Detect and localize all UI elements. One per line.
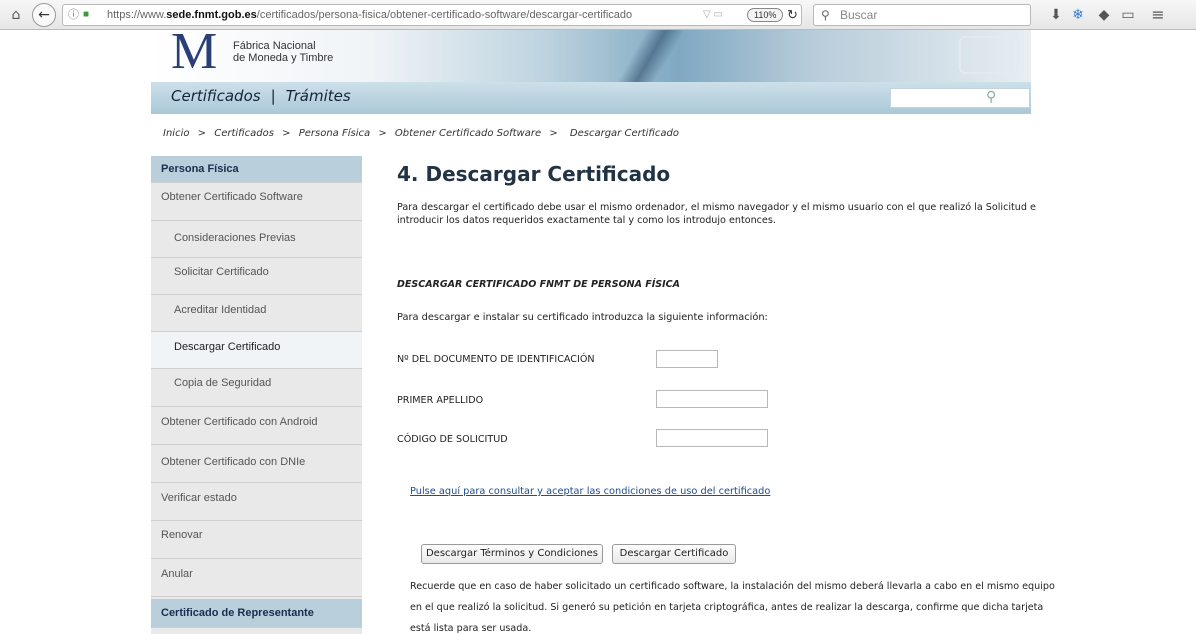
sidebar-toggle-icon[interactable]: ▭ bbox=[1118, 5, 1138, 25]
logo-text-line2: de Moneda y Timbre bbox=[233, 52, 334, 64]
sidebar-item-consideraciones[interactable]: Consideraciones Previas bbox=[151, 221, 362, 258]
pocket-icon[interactable]: ◆ bbox=[1094, 5, 1114, 25]
breadcrumb: Inicio > Certificados > Persona Física >… bbox=[163, 128, 684, 139]
form-instruction: Para descargar e instalar su certificado… bbox=[397, 312, 768, 323]
apellido-input[interactable] bbox=[656, 390, 768, 408]
url-text: https://www.sede.fnmt.gob.es/certificado… bbox=[107, 9, 633, 21]
apellido-label: PRIMER APELLIDO bbox=[397, 395, 484, 406]
extension-icon[interactable]: ❄ bbox=[1068, 5, 1088, 25]
breadcrumb-item[interactable]: Certificados bbox=[214, 128, 274, 139]
back-button[interactable]: ← bbox=[32, 3, 56, 27]
breadcrumb-separator: > bbox=[549, 128, 558, 139]
sidebar-item-verificar[interactable]: Verificar estado bbox=[151, 483, 362, 521]
logo[interactable]: M bbox=[171, 30, 217, 78]
document-number-label: Nº DEL DOCUMENTO DE IDENTIFICACIÓN bbox=[397, 354, 595, 365]
back-arrow-icon: ← bbox=[38, 7, 50, 23]
site-search-input[interactable] bbox=[890, 88, 1030, 108]
address-bar[interactable]: ⓘ ■ https://www.sede.fnmt.gob.es/certifi… bbox=[62, 4, 802, 26]
nav-separator: | bbox=[270, 87, 276, 105]
sidebar-item-persona-fisica[interactable]: Persona Física bbox=[151, 156, 362, 183]
lock-icon: ■ bbox=[83, 9, 90, 20]
intro-text: Para descargar el certificado debe usar … bbox=[397, 202, 1036, 226]
breadcrumb-item[interactable]: Inicio bbox=[163, 128, 189, 139]
site-search-icon[interactable]: ⚲ bbox=[986, 89, 996, 105]
search-placeholder: Buscar bbox=[840, 8, 878, 22]
conditions-link[interactable]: Pulse aquí para consultar y aceptar las … bbox=[410, 486, 770, 497]
reload-icon[interactable]: ↻ bbox=[787, 5, 798, 25]
sidebar-item-representante[interactable]: Certificado de Representante bbox=[151, 599, 362, 628]
breadcrumb-separator: > bbox=[282, 128, 291, 139]
breadcrumb-separator: > bbox=[197, 128, 207, 139]
banner-card-graphic bbox=[959, 36, 1019, 74]
breadcrumb-separator: > bbox=[378, 128, 387, 139]
sidebar-item-copia[interactable]: Copia de Seguridad bbox=[151, 369, 362, 407]
search-icon: ⚲ bbox=[821, 8, 830, 22]
breadcrumb-item[interactable]: Obtener Certificado Software bbox=[395, 128, 541, 139]
sidebar-item-android[interactable]: Obtener Certificado con Android bbox=[151, 407, 362, 445]
codigo-input[interactable] bbox=[656, 429, 768, 447]
breadcrumb-current: Descargar Certificado bbox=[569, 128, 679, 139]
sidebar-item-anular[interactable]: Anular bbox=[151, 559, 362, 597]
logo-text-line1: Fábrica Nacional bbox=[233, 40, 316, 52]
sidebar-item-acreditar[interactable]: Acreditar Identidad bbox=[151, 295, 362, 332]
sidebar-item-descargar[interactable]: Descargar Certificado bbox=[151, 332, 362, 369]
main-nav: Certificados | Trámites ⚲ bbox=[151, 82, 1031, 114]
browser-toolbar: ⌂ ← ⓘ ■ https://www.sede.fnmt.gob.es/cer… bbox=[0, 0, 1196, 30]
zoom-indicator[interactable]: 110% bbox=[747, 8, 784, 22]
breadcrumb-item[interactable]: Persona Física bbox=[299, 128, 370, 139]
document-number-input[interactable] bbox=[656, 350, 718, 368]
codigo-label: CÓDIGO DE SOLICITUD bbox=[397, 434, 508, 445]
reader-icon[interactable]: ▽ ▭ bbox=[703, 5, 723, 25]
download-icon[interactable]: ⬇ bbox=[1046, 5, 1066, 25]
search-input[interactable]: ⚲ Buscar bbox=[813, 4, 1031, 26]
banner-graphic bbox=[571, 30, 731, 82]
sidebar-item-dnie[interactable]: Obtener Certificado con DNIe bbox=[151, 445, 362, 483]
form-heading: DESCARGAR CERTIFICADO FNMT DE PERSONA FÍ… bbox=[397, 279, 680, 290]
sidebar-item-renovar[interactable]: Renovar bbox=[151, 521, 362, 559]
nav-tramites[interactable]: Trámites bbox=[286, 87, 351, 105]
menu-icon[interactable]: ≡ bbox=[1148, 5, 1168, 25]
home-icon[interactable]: ⌂ bbox=[6, 5, 26, 25]
download-certificate-button[interactable]: Descargar Certificado bbox=[612, 544, 736, 564]
page-title: 4. Descargar Certificado bbox=[397, 162, 671, 186]
download-terms-button[interactable]: Descargar Términos y Condiciones bbox=[421, 544, 603, 564]
sidebar-item-obtener-software[interactable]: Obtener Certificado Software bbox=[151, 183, 362, 221]
sidebar: Persona Física Obtener Certificado Softw… bbox=[151, 156, 362, 634]
sidebar-item-solicitar[interactable]: Solicitar Certificado bbox=[151, 258, 362, 295]
info-icon[interactable]: ⓘ bbox=[68, 5, 79, 25]
nav-certificados[interactable]: Certificados bbox=[171, 87, 261, 105]
notice-text: Recuerde que en caso de haber solicitado… bbox=[410, 581, 1055, 634]
site-banner: M Fábrica Nacional de Moneda y Timbre bbox=[151, 30, 1031, 82]
